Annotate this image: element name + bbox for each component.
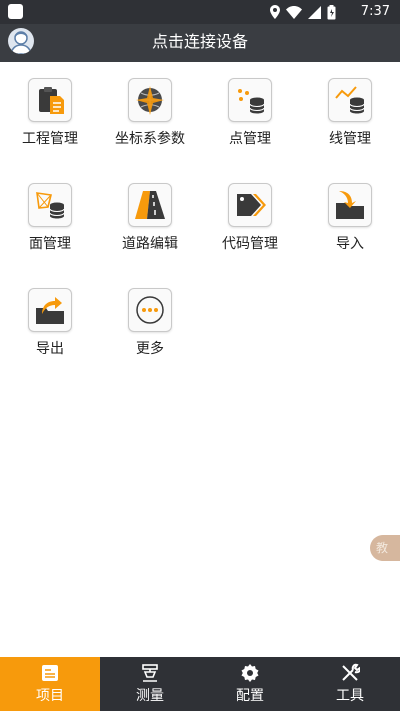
top-bar: 点击连接设备 <box>0 24 400 62</box>
globe-coordinate-icon <box>128 78 172 122</box>
menu-label: 更多 <box>136 341 164 357</box>
menu-label: 道路编辑 <box>122 236 178 252</box>
menu-label: 点管理 <box>229 131 271 147</box>
menu-label: 导入 <box>336 236 364 252</box>
menu-label: 工程管理 <box>22 131 78 147</box>
tab-label: 项目 <box>36 688 64 704</box>
tab-label: 测量 <box>136 688 164 704</box>
app-notification-icon <box>8 4 23 19</box>
tab-label: 配置 <box>236 688 264 704</box>
signal-icon <box>308 5 321 19</box>
road-edit-icon <box>128 183 172 227</box>
bottom-tab-bar: 项目 测量 配置 工具 <box>0 657 400 711</box>
clock: 7:37 <box>360 4 390 19</box>
polygon-database-icon <box>28 183 72 227</box>
tools-icon <box>342 663 360 681</box>
location-icon <box>270 5 280 19</box>
menu-label: 导出 <box>36 341 64 357</box>
tutorial-float-tab[interactable]: 教 <box>370 535 400 561</box>
project-clipboard-icon <box>28 78 72 122</box>
tab-label: 工具 <box>336 688 364 704</box>
code-tag-icon <box>228 183 272 227</box>
more-dots-icon <box>128 288 172 332</box>
menu-label: 面管理 <box>29 236 71 252</box>
project-icon <box>42 665 58 681</box>
status-bar: 7:37 <box>0 0 400 24</box>
menu-label: 线管理 <box>329 131 371 147</box>
wifi-icon <box>286 5 302 19</box>
connect-device-title[interactable]: 点击连接设备 <box>0 32 400 52</box>
line-database-icon <box>328 78 372 122</box>
tab-survey[interactable]: 测量 <box>100 657 200 711</box>
status-icons <box>270 4 336 20</box>
battery-icon <box>327 4 336 19</box>
tab-config[interactable]: 配置 <box>200 657 300 711</box>
gear-icon <box>241 664 259 682</box>
import-folder-icon <box>328 183 372 227</box>
survey-instrument-icon <box>142 664 158 682</box>
menu-label: 代码管理 <box>222 236 278 252</box>
tab-tools[interactable]: 工具 <box>300 657 400 711</box>
tab-project[interactable]: 项目 <box>0 657 100 711</box>
points-database-icon <box>228 78 272 122</box>
menu-label: 坐标系参数 <box>115 131 185 147</box>
export-folder-icon <box>28 288 72 332</box>
